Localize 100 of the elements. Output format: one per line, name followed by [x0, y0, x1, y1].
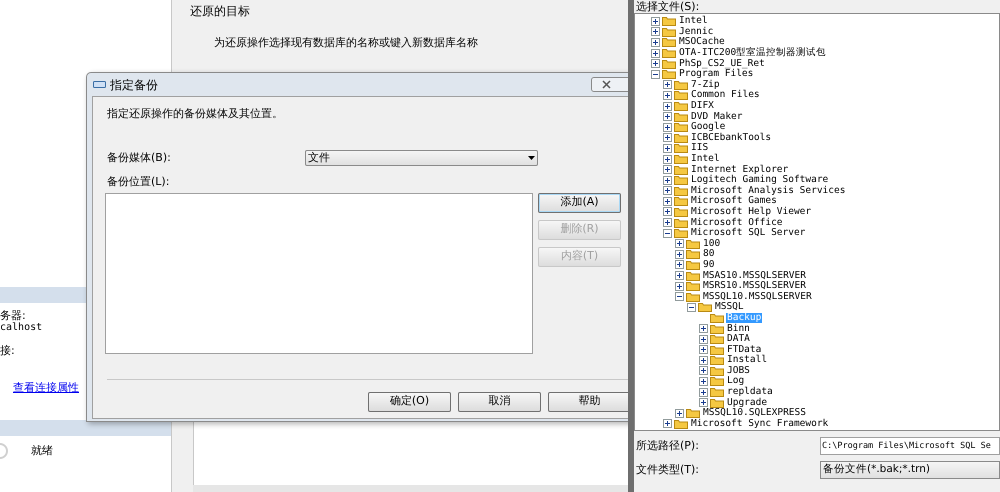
plus-icon[interactable] — [699, 388, 708, 397]
tree-item[interactable]: repldata — [726, 387, 774, 398]
plus-icon[interactable] — [699, 356, 708, 365]
plus-icon[interactable] — [663, 144, 672, 153]
tree-item[interactable]: Log — [726, 376, 746, 386]
tree-item[interactable]: MSOCache — [678, 37, 726, 48]
tree-item[interactable]: Install — [726, 355, 768, 366]
plus-icon[interactable] — [663, 133, 672, 142]
tree-item[interactable]: Microsoft Sync Framework — [690, 418, 830, 429]
dialog-button[interactable]: 添加(A) — [538, 192, 621, 212]
plus-icon[interactable] — [663, 80, 672, 90]
tree-item[interactable]: Common Files — [690, 90, 761, 100]
tree-item[interactable]: DVD Maker — [690, 112, 744, 122]
tree-item[interactable]: Microsoft Office — [690, 218, 784, 228]
plus-icon[interactable] — [663, 112, 672, 122]
tree-item[interactable]: Microsoft Games — [690, 196, 778, 206]
folder-icon — [686, 270, 700, 281]
media-dropdown[interactable]: 文件 — [305, 150, 538, 166]
window-icon — [93, 81, 106, 88]
folder-icon — [686, 238, 700, 249]
plus-icon[interactable] — [663, 419, 672, 428]
plus-icon[interactable] — [675, 408, 684, 418]
tree-item[interactable]: Intel — [678, 16, 709, 26]
plus-icon[interactable] — [651, 27, 660, 36]
tree-item[interactable]: MSRS10.MSSQLSERVER — [702, 281, 807, 292]
connection-properties-link[interactable]: 查看连接属性 — [13, 381, 79, 395]
plus-icon[interactable] — [663, 102, 672, 111]
tree-item[interactable]: DATA — [726, 334, 751, 344]
horizontal-scrollbar[interactable] — [193, 485, 628, 492]
plus-icon[interactable] — [663, 165, 672, 174]
plus-icon[interactable] — [675, 260, 684, 270]
plus-icon[interactable] — [651, 48, 660, 58]
tree-item[interactable]: ICBCEbankTools — [690, 132, 772, 143]
tree-item[interactable]: Binn — [726, 324, 751, 334]
plus-icon[interactable] — [663, 122, 672, 132]
tree-item[interactable]: JOBS — [726, 366, 751, 376]
tree-item[interactable]: 90 — [702, 260, 716, 270]
plus-icon[interactable] — [663, 218, 672, 228]
tree-item[interactable]: DIFX — [690, 101, 715, 112]
tree-item[interactable]: Program Files — [678, 69, 754, 80]
tree-item[interactable]: Microsoft SQL Server — [690, 228, 806, 238]
plus-icon[interactable] — [675, 271, 684, 280]
dialog-button[interactable]: 确定(O) — [368, 392, 451, 412]
minus-icon[interactable] — [663, 228, 672, 238]
plus-icon[interactable] — [699, 398, 708, 408]
tree-item[interactable]: OTA-ITC200型室温控制器测试包 — [678, 48, 828, 58]
close-button[interactable] — [591, 77, 631, 92]
tree-item[interactable]: Upgrade — [726, 398, 768, 408]
tree-item[interactable]: Internet Explorer — [690, 164, 790, 175]
plus-icon[interactable] — [699, 334, 708, 344]
plus-icon[interactable] — [663, 154, 672, 164]
plus-icon[interactable] — [651, 16, 660, 26]
description-text: 为还原操作选择现有数据库的名称或键入新数据库名称 — [214, 35, 479, 51]
tree-item[interactable]: Microsoft Help Viewer — [690, 206, 812, 217]
minus-icon[interactable] — [687, 302, 696, 312]
tree-item[interactable]: 80 — [702, 249, 716, 260]
tree-item[interactable]: MSSQL10.SQLEXPRESS — [702, 408, 807, 418]
folder-icon — [674, 132, 688, 143]
plus-icon[interactable] — [651, 38, 660, 47]
plus-icon[interactable] — [663, 176, 672, 185]
tree-item[interactable]: Jennic — [678, 26, 714, 37]
plus-icon[interactable] — [663, 186, 672, 196]
tree-item[interactable]: MSSQL10.MSSQLSERVER — [702, 292, 813, 302]
folder-tree[interactable] — [634, 13, 1000, 431]
tree-item[interactable]: Intel — [690, 154, 721, 164]
tree-item[interactable]: Microsoft Analysis Services — [690, 186, 846, 196]
minus-icon[interactable] — [675, 292, 684, 302]
plus-icon[interactable] — [675, 250, 684, 259]
tree-item[interactable]: 100 — [702, 238, 722, 249]
tree-item[interactable]: MSAS10.MSSQLSERVER — [702, 270, 807, 281]
plus-icon[interactable] — [699, 345, 708, 354]
tree-item[interactable]: Logitech Gaming Software — [690, 175, 830, 186]
tree-item[interactable]: MSSQL — [714, 302, 745, 312]
plus-icon[interactable] — [699, 376, 708, 386]
dialog-button[interactable]: 帮助 — [548, 392, 631, 412]
plus-icon[interactable] — [651, 59, 660, 68]
folder-icon — [710, 312, 724, 323]
tree-label: 选择文件(S): — [636, 0, 700, 13]
folder-icon — [674, 101, 688, 112]
dialog-button[interactable]: 取消 — [458, 392, 541, 412]
plus-icon[interactable] — [699, 324, 708, 334]
plus-icon[interactable] — [663, 196, 672, 206]
tree-item[interactable]: 7-Zip — [690, 80, 721, 90]
path-field[interactable]: C:\Program Files\Microsoft SQL Se — [820, 437, 1000, 455]
plus-icon[interactable] — [675, 282, 684, 291]
plus-icon[interactable] — [663, 207, 672, 216]
folder-icon — [674, 186, 688, 196]
file-type-dropdown[interactable]: 备份文件(*.bak;*.trn) — [820, 461, 1000, 479]
tree-item[interactable]: Google — [690, 122, 726, 132]
tree-item[interactable]: PhSp_CS2_UE_Ret — [678, 58, 766, 69]
folder-icon — [674, 196, 688, 206]
folder-icon — [710, 398, 724, 408]
minus-icon[interactable] — [651, 70, 660, 79]
file-type-label: 文件类型(T): — [635, 462, 700, 478]
plus-icon[interactable] — [675, 239, 684, 248]
tree-item[interactable]: IIS — [690, 143, 710, 154]
folder-icon — [710, 324, 724, 334]
plus-icon[interactable] — [663, 90, 672, 100]
plus-icon[interactable] — [699, 366, 708, 376]
tree-item[interactable]: FTData — [726, 344, 762, 355]
